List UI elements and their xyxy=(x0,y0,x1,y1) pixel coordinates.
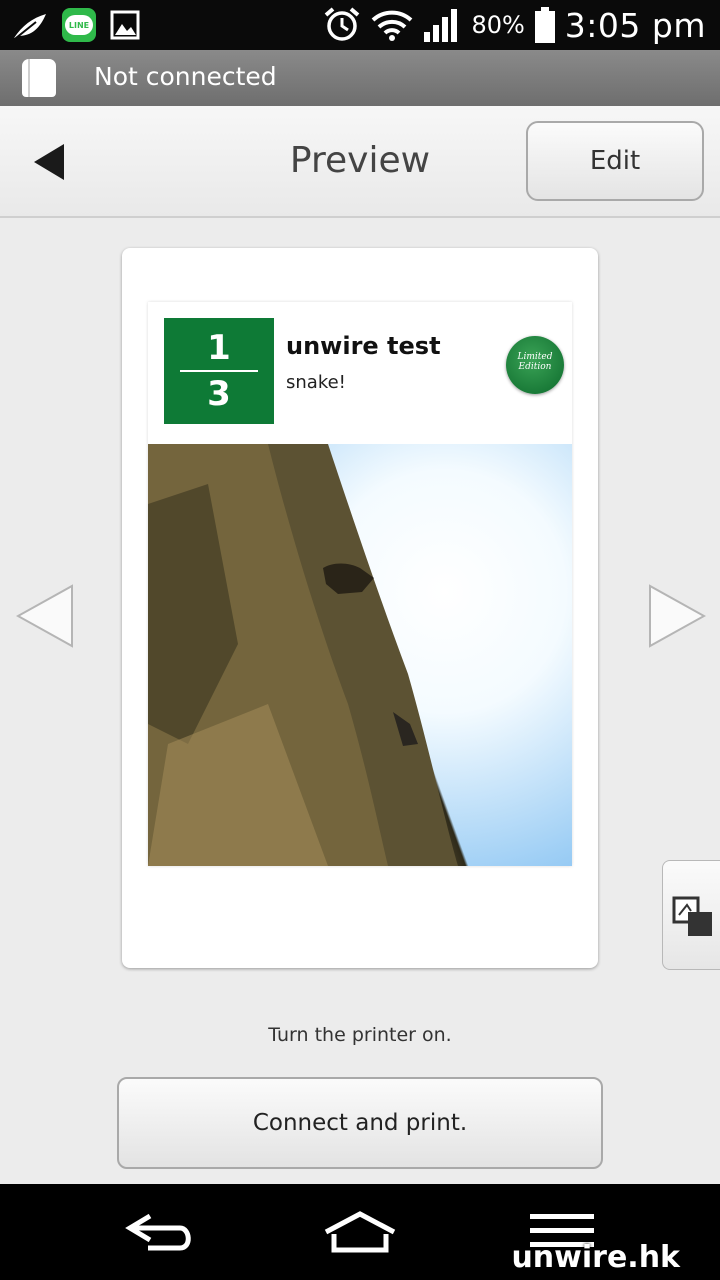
gallery-icon xyxy=(110,10,140,40)
back-icon[interactable] xyxy=(120,1210,200,1254)
edit-button[interactable]: Edit xyxy=(526,121,704,201)
line-label: LINE xyxy=(65,15,93,35)
leaf-icon xyxy=(14,14,46,39)
system-indicators: 80% 3:05 pm xyxy=(323,0,706,50)
notification-icons: LINE xyxy=(12,8,140,42)
page-current: 1 xyxy=(207,328,231,368)
page-total: 3 xyxy=(207,374,231,414)
battery-icon xyxy=(534,7,555,43)
connection-status-bar: Not connected xyxy=(0,50,720,106)
app-header: Preview Edit xyxy=(0,106,720,218)
seal-line-2: Edition xyxy=(518,362,552,372)
rotate-image-icon xyxy=(672,896,712,936)
printer-icon xyxy=(22,59,56,97)
home-icon[interactable] xyxy=(320,1210,400,1254)
status-bar: LINE 80% 3:05 pm xyxy=(0,0,720,50)
fraction-divider xyxy=(180,370,258,372)
printer-hint-text: Turn the printer on. xyxy=(268,1024,452,1046)
preview-photo xyxy=(148,444,572,866)
page-counter-badge: 1 3 xyxy=(164,318,274,424)
print-preview-card: 1 3 unwire test snake! Limited Edition xyxy=(122,248,598,968)
limited-edition-seal-icon: Limited Edition xyxy=(506,336,564,394)
connection-status-text: Not connected xyxy=(94,62,277,91)
battery-percent: 80% xyxy=(471,11,525,39)
card-subtitle: snake! xyxy=(286,372,346,393)
clock: 3:05 pm xyxy=(564,5,706,45)
grass-hillside-image xyxy=(148,444,458,866)
preview-content: 1 3 unwire test snake! Limited Edition xyxy=(148,302,572,866)
signal-icon xyxy=(424,9,458,42)
next-page-arrow-icon[interactable] xyxy=(646,584,706,648)
alarm-icon xyxy=(325,7,360,41)
seal-line-1: Limited xyxy=(517,352,553,362)
connect-and-print-button[interactable]: Connect and print. xyxy=(117,1077,603,1169)
rotate-image-button[interactable] xyxy=(662,860,720,970)
line-app-icon: LINE xyxy=(62,8,96,42)
previous-page-arrow-icon[interactable] xyxy=(16,584,76,648)
wifi-icon xyxy=(372,10,413,41)
watermark: unwire.hk xyxy=(511,1240,680,1275)
card-title: unwire test xyxy=(286,332,441,360)
